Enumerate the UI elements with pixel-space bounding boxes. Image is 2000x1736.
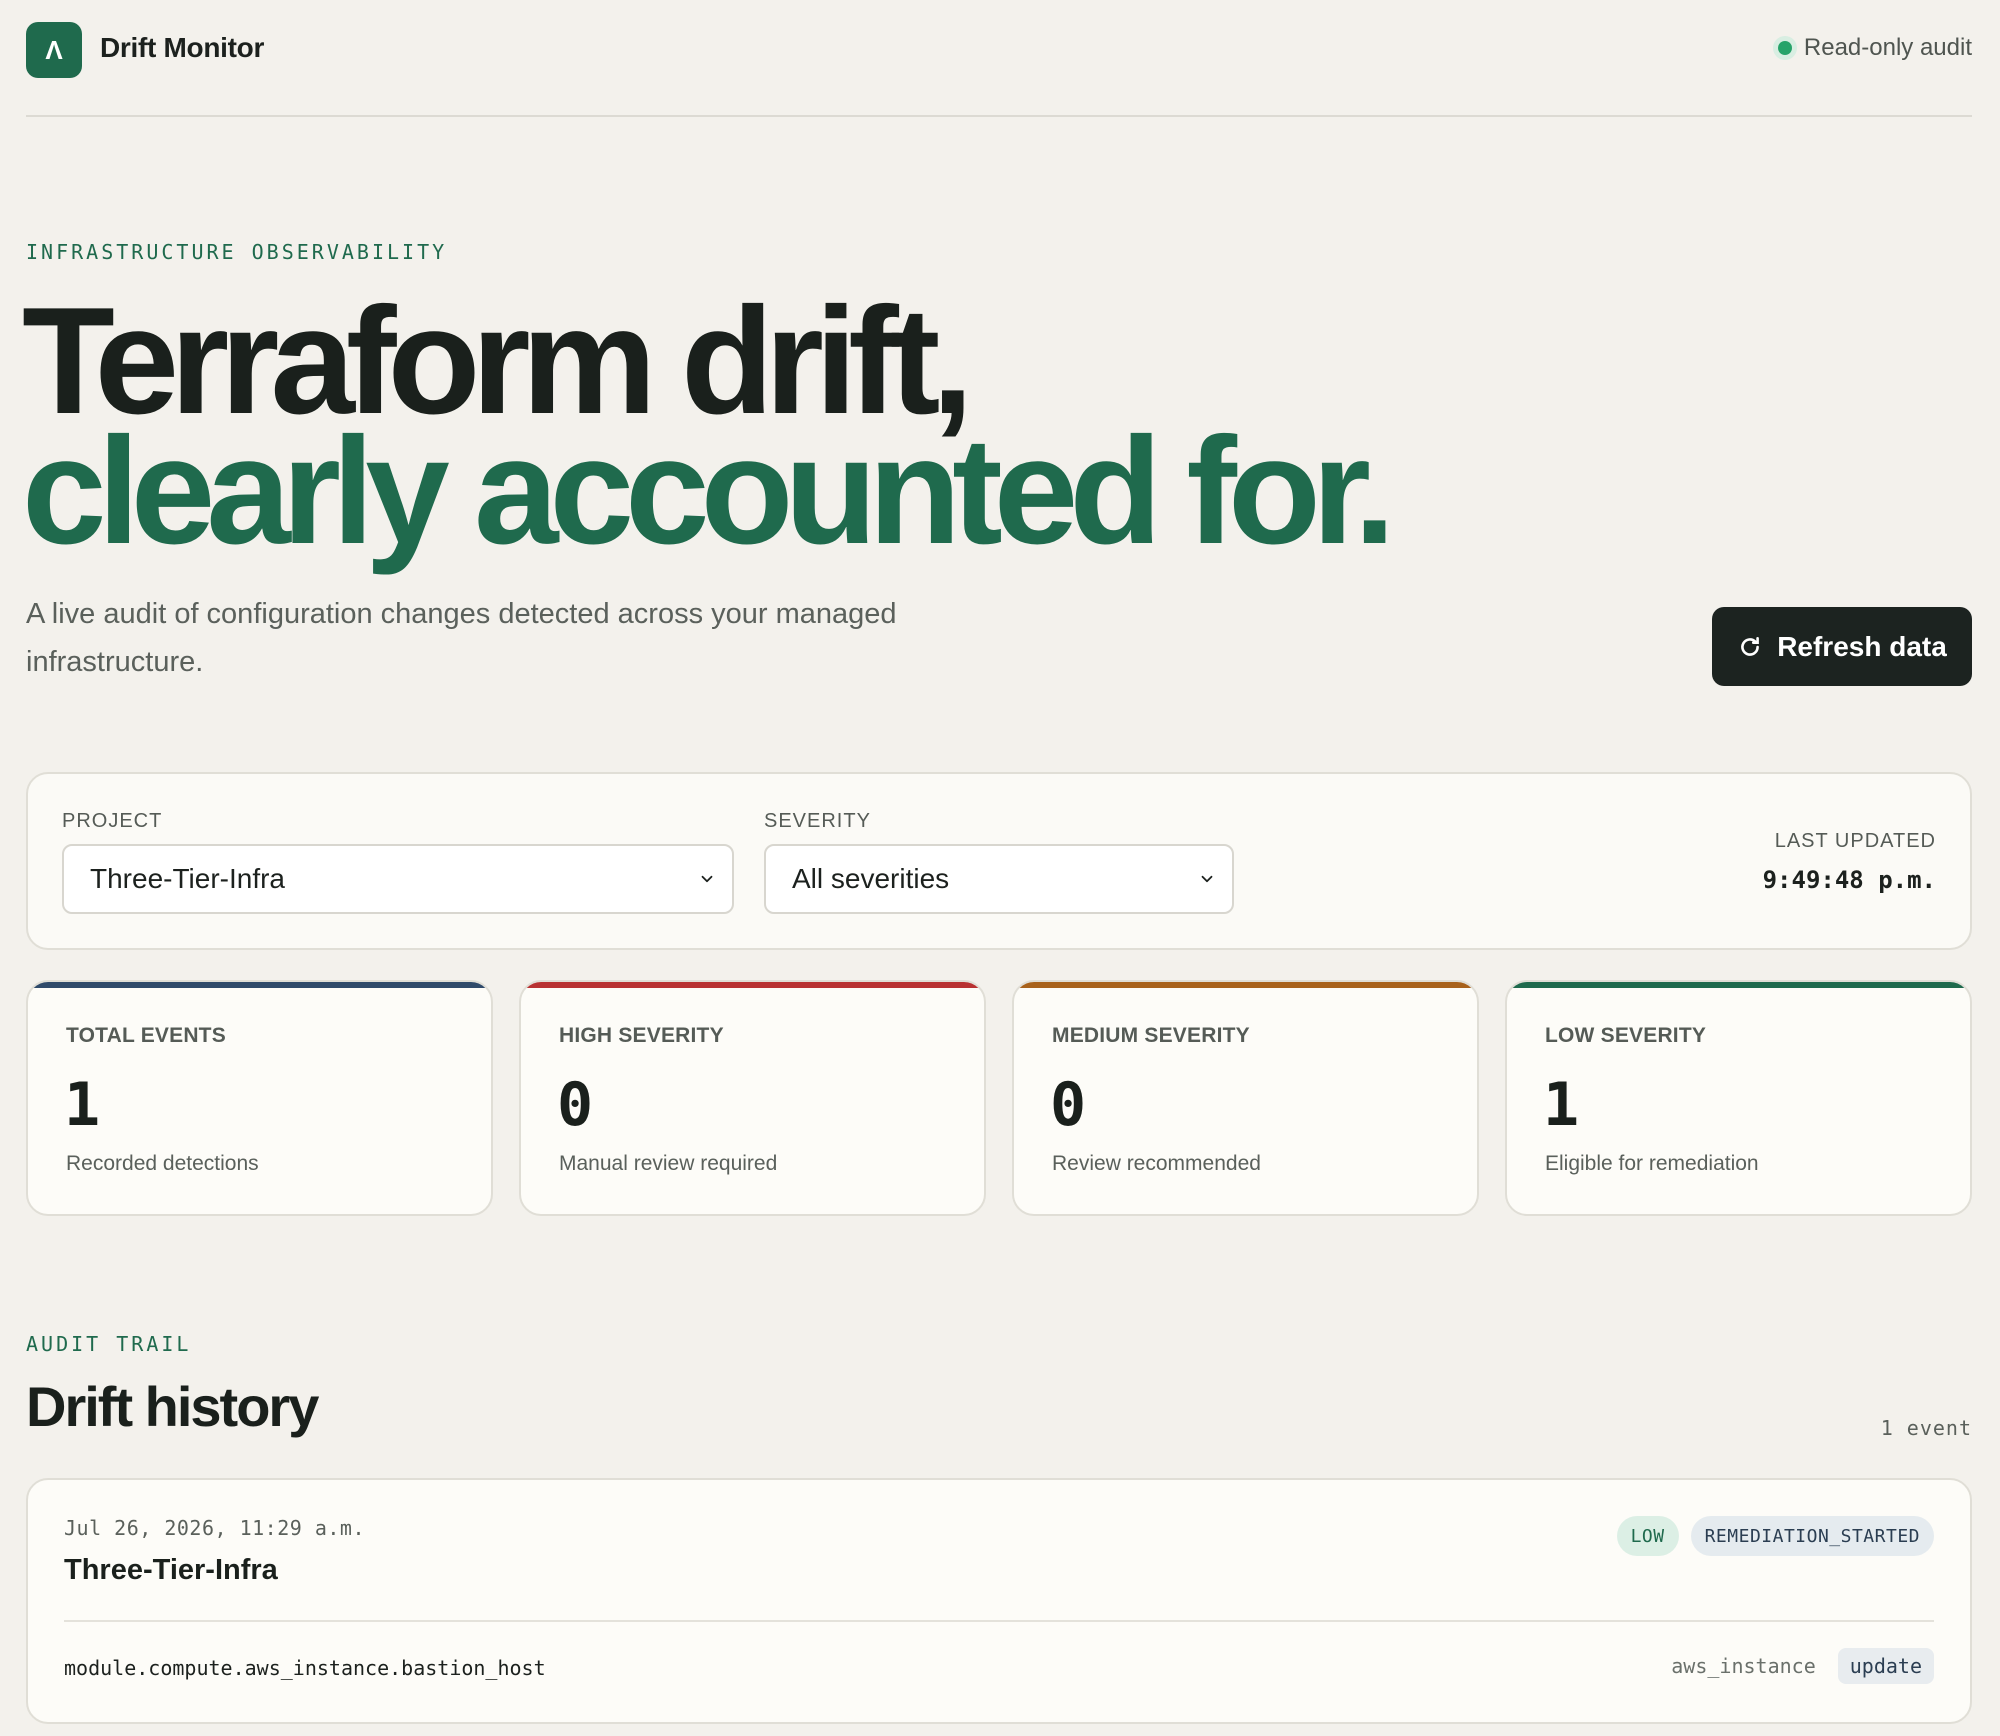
event-date: Jul 26, 2026, 11:29 a.m. [64,1516,365,1540]
action-badge: update [1837,1648,1934,1684]
stat-title: HIGH SEVERITY [559,1024,724,1047]
refresh-icon [1741,636,1760,656]
stat-subtitle: Review recommended [1052,1152,1261,1175]
stat-value: 0 [557,1070,594,1140]
stat-card-accent [28,982,491,988]
stat-card-accent [1014,982,1477,988]
stat-card-accent [1507,982,1970,988]
stat-value: 1 [64,1070,101,1140]
project-select[interactable]: Three-Tier-Infra [62,844,734,914]
page: Λ Drift Monitor Read-only audit INFRASTR… [22,0,1972,1736]
severity-badge: LOW [1616,1516,1679,1556]
app-logo[interactable]: Λ [26,22,82,78]
stat-value: 0 [1050,1070,1087,1140]
hero-title-line2: clearly accounted for. [22,406,1396,576]
resource-type: aws_instance [1671,1654,1816,1678]
stat-subtitle: Recorded detections [66,1152,259,1175]
last-updated-value: 9:49:48 p.m. [1762,866,1936,894]
stat-value: 1 [1543,1070,1580,1140]
status-label: Read-only audit [1803,34,1972,61]
stat-card-medium: MEDIUM SEVERITY 0 Review recommended [1012,980,1479,1216]
refresh-button[interactable]: Refresh data [1712,607,1972,686]
refresh-button-label: Refresh data [1777,630,1947,662]
project-select-value: Three-Tier-Infra [90,863,286,894]
history-eyebrow: AUDIT TRAIL [26,1332,192,1356]
status-indicator: Read-only audit [1777,34,1972,62]
top-bar: Λ Drift Monitor Read-only audit [26,0,1972,117]
severity-select[interactable]: All severities [764,844,1234,914]
severity-select-value: All severities [792,863,950,894]
stat-card-accent [521,982,984,988]
project-label: PROJECT [62,810,163,832]
stat-title: LOW SEVERITY [1545,1024,1707,1047]
hero-eyebrow: INFRASTRUCTURE OBSERVABILITY [26,240,448,264]
stat-subtitle: Manual review required [559,1152,778,1175]
status-dot-icon [1777,41,1792,55]
history-title: Drift history [26,1375,319,1438]
stat-subtitle: Eligible for remediation [1545,1152,1759,1175]
event-card[interactable]: Jul 26, 2026, 11:29 a.m. Three-Tier-Infr… [26,1478,1972,1724]
brand-name: Drift Monitor [100,32,265,63]
chevron-down-icon [1201,875,1213,883]
stat-title: TOTAL EVENTS [66,1024,226,1047]
divider [64,1620,1934,1622]
state-badge: REMEDIATION_STARTED [1690,1516,1934,1556]
resource-address: module.compute.aws_instance.bastion_host [64,1656,546,1680]
event-project: Three-Tier-Infra [64,1554,278,1586]
severity-label: SEVERITY [764,810,871,832]
chevron-down-icon [701,875,713,883]
stat-card-low: LOW SEVERITY 1 Eligible for remediation [1505,980,1972,1216]
hero-lead: A live audit of configuration changes de… [26,598,897,678]
resource-meta: aws_instance update [1671,1648,1934,1684]
event-count: 1 event [1880,1416,1972,1440]
stat-card-total: TOTAL EVENTS 1 Recorded detections [26,980,493,1216]
stat-title: MEDIUM SEVERITY [1052,1024,1250,1047]
event-badges: LOW REMEDIATION_STARTED [1616,1516,1934,1556]
filter-panel: PROJECT Three-Tier-Infra SEVERITY All se… [26,772,1972,950]
last-updated-label: LAST UPDATED [1774,830,1936,852]
stat-card-high: HIGH SEVERITY 0 Manual review required [519,980,986,1216]
